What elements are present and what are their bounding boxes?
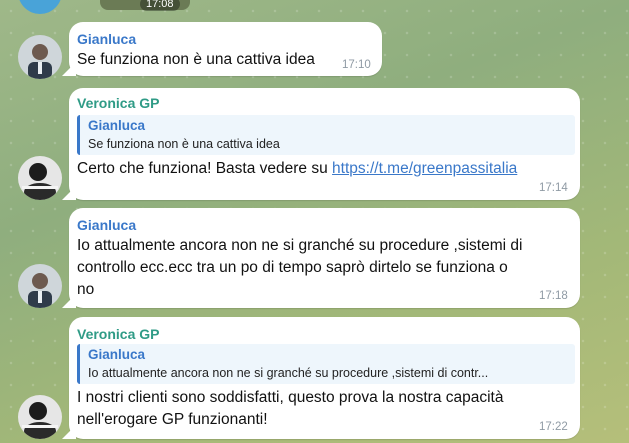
- avatar-veronica[interactable]: [18, 156, 62, 200]
- message-bubble[interactable]: Gianluca Io attualmente ancora non ne si…: [69, 208, 580, 308]
- message-text: Se funziona non è una cattiva idea: [77, 51, 315, 68]
- avatar-gianluca[interactable]: [18, 35, 62, 79]
- reply-sender: Gianluca: [88, 347, 146, 362]
- avatar-gianluca[interactable]: [18, 264, 62, 308]
- message-text-line: controllo ecc.ecc tra un po di tempo sap…: [77, 259, 508, 276]
- reply-text: Se funziona non è una cattiva idea: [88, 137, 280, 151]
- message-time: 17:18: [539, 290, 568, 302]
- reply-preview[interactable]: Gianluca Io attualmente ancora non ne si…: [77, 344, 575, 384]
- sender-name[interactable]: Veronica GP: [77, 326, 159, 342]
- avatar-veronica[interactable]: [18, 395, 62, 439]
- previous-time: 17:08: [140, 0, 180, 11]
- message-text-prefix: Certo che funziona! Basta vedere su: [77, 160, 333, 177]
- message-bubble[interactable]: Veronica GP Gianluca Io attualmente anco…: [69, 317, 580, 439]
- message-time: 17:10: [342, 59, 371, 71]
- message-text: Certo che funziona! Basta vedere su http…: [77, 158, 517, 180]
- sender-name[interactable]: Gianluca: [77, 217, 136, 233]
- message-link[interactable]: https://t.me/greenpassitalia: [332, 160, 517, 177]
- message-text-line: nell'erogare GP funzionanti!: [77, 411, 268, 428]
- sender-name[interactable]: Veronica GP: [77, 95, 159, 111]
- message-bubble[interactable]: Veronica GP Gianluca Se funziona non è u…: [69, 88, 580, 200]
- reply-preview[interactable]: Gianluca Se funziona non è una cattiva i…: [77, 115, 575, 155]
- message-text-line: I nostri clienti sono soddisfatti, quest…: [77, 389, 504, 406]
- message-text-line: Io attualmente ancora non ne si granché …: [77, 237, 523, 254]
- message-bubble[interactable]: Gianluca Se funziona non è una cattiva i…: [69, 22, 382, 76]
- message-time: 17:22: [539, 421, 568, 433]
- reply-sender: Gianluca: [88, 118, 146, 133]
- reply-text: Io attualmente ancora non ne si granché …: [88, 366, 489, 380]
- message-time: 17:14: [539, 182, 568, 194]
- message-text-line: no: [77, 281, 95, 298]
- sender-name[interactable]: Gianluca: [77, 31, 136, 47]
